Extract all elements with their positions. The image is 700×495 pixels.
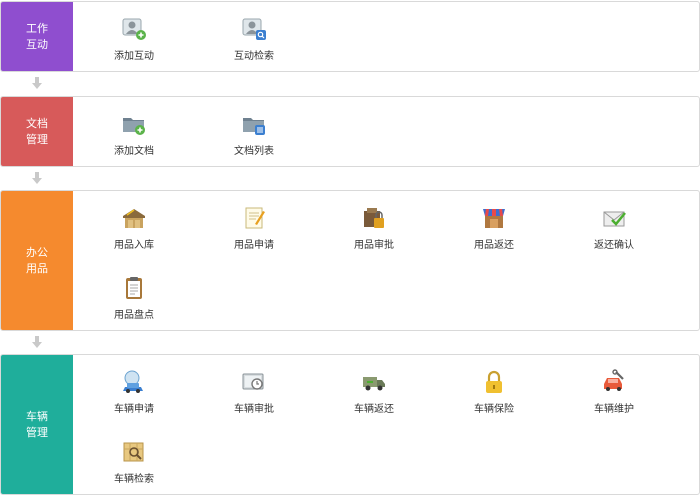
note-edit-icon <box>245 207 265 229</box>
car-repair-icon <box>604 369 624 391</box>
item-supplies-stock-in[interactable]: 用品入库 <box>89 205 179 251</box>
item-label: 用品审批 <box>354 240 394 251</box>
item-label: 车辆保险 <box>474 404 514 415</box>
section-document-management: 文档管理 添加文档 文档列表 <box>0 96 700 167</box>
monitor-approve-icon <box>242 373 264 390</box>
item-label: 返还确认 <box>594 240 634 251</box>
map-search-icon <box>123 442 144 462</box>
item-label: 车辆返还 <box>354 404 394 415</box>
padlock-icon <box>486 370 502 393</box>
section-label: 工作互动 <box>1 2 73 71</box>
truck-return-icon <box>363 377 385 391</box>
item-document-list[interactable]: 文档列表 <box>209 111 299 157</box>
item-vehicle-approve[interactable]: 车辆审批 <box>209 369 299 415</box>
user-add-icon <box>122 18 146 40</box>
folder-add-icon <box>123 118 145 135</box>
arrow-down-icon <box>32 172 42 184</box>
item-supplies-return[interactable]: 用品返还 <box>449 205 539 251</box>
car-apply-icon <box>123 370 143 393</box>
item-label: 用品申请 <box>234 240 274 251</box>
section-label: 文档管理 <box>1 97 73 166</box>
item-label: 互动检索 <box>234 51 274 62</box>
item-add-interaction[interactable]: 添加互动 <box>89 16 179 62</box>
arrow-down-icon <box>32 336 42 348</box>
item-search-interaction[interactable]: 互动检索 <box>209 16 299 62</box>
item-label: 文档列表 <box>234 146 274 157</box>
item-supplies-apply[interactable]: 用品申请 <box>209 205 299 251</box>
section-work-interaction: 工作互动 添加互动 互动检索 <box>0 1 700 72</box>
item-vehicle-insurance[interactable]: 车辆保险 <box>449 369 539 415</box>
section-label: 办公用品 <box>1 191 73 330</box>
item-supplies-approve[interactable]: 用品审批 <box>329 205 419 251</box>
item-label: 添加文档 <box>114 146 154 157</box>
item-label: 车辆检索 <box>114 474 154 485</box>
item-return-confirm[interactable]: 返还确认 <box>569 205 659 251</box>
item-label: 用品盘点 <box>114 310 154 321</box>
item-label: 车辆维护 <box>594 404 634 415</box>
approve-lock-icon <box>364 208 384 228</box>
item-label: 添加互动 <box>114 51 154 62</box>
item-label: 用品返还 <box>474 240 514 251</box>
section-label: 车辆管理 <box>1 355 73 494</box>
item-add-document[interactable]: 添加文档 <box>89 111 179 157</box>
section-vehicle-management: 车辆管理 车辆申请 车辆审批 车辆返还 车辆保险 车辆维护 车辆检索 <box>0 354 700 495</box>
item-label: 车辆审批 <box>234 404 274 415</box>
mail-check-icon <box>603 211 626 227</box>
user-search-icon <box>242 18 266 40</box>
item-label: 用品入库 <box>114 240 154 251</box>
shop-return-icon <box>483 209 505 228</box>
arrow-down-icon <box>32 77 42 89</box>
section-office-supplies: 办公用品 用品入库 用品申请 用品审批 用品返还 返还确认 用品盘点 <box>0 190 700 331</box>
warehouse-icon <box>123 209 145 228</box>
item-vehicle-apply[interactable]: 车辆申请 <box>89 369 179 415</box>
item-vehicle-return[interactable]: 车辆返还 <box>329 369 419 415</box>
item-vehicle-maintenance[interactable]: 车辆维护 <box>569 369 659 415</box>
item-vehicle-search[interactable]: 车辆检索 <box>89 439 179 485</box>
item-supplies-inventory[interactable]: 用品盘点 <box>89 275 179 321</box>
item-label: 车辆申请 <box>114 404 154 415</box>
folder-list-icon <box>243 118 265 135</box>
clipboard-icon <box>126 277 142 299</box>
